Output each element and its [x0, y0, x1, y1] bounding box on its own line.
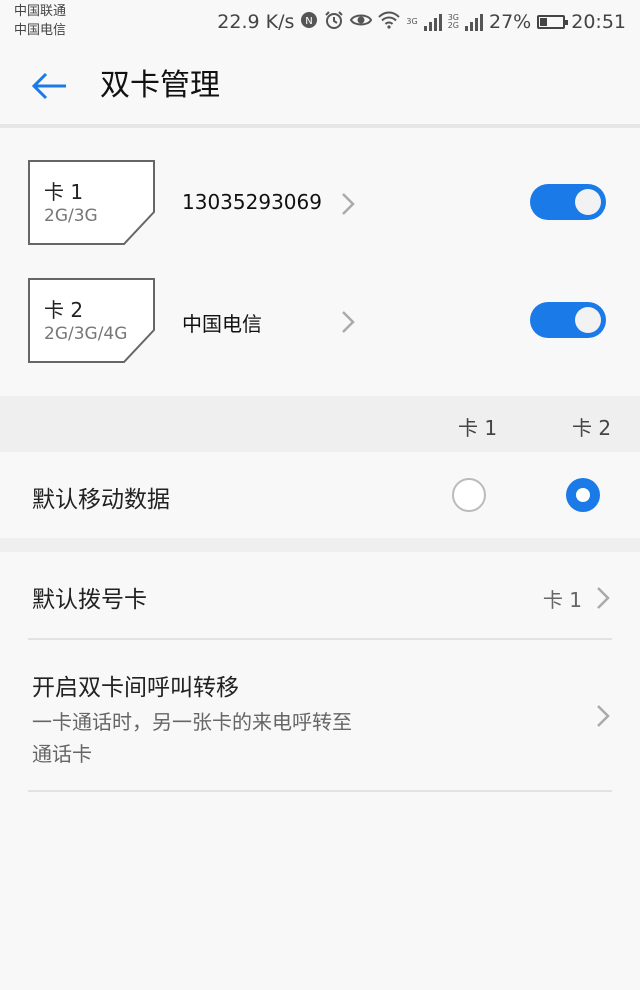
carrier-1: 中国联通 — [14, 4, 67, 19]
default-dial-card-label: 默认拨号卡 — [32, 587, 147, 613]
alarm-icon — [324, 10, 344, 34]
clock: 20:51 — [571, 11, 626, 33]
nfc-icon: N — [300, 11, 318, 33]
chevron-right-icon — [594, 702, 612, 730]
eye-comfort-icon — [350, 12, 373, 32]
network-type-1: 3G — [406, 18, 417, 26]
arrow-left-icon[interactable] — [30, 66, 70, 106]
section-gap — [0, 538, 640, 552]
data-card-1-radio[interactable] — [452, 478, 486, 512]
sim-card-icon: 卡 2 2G/3G/4G — [28, 278, 158, 368]
call-forward-description-line-1: 一卡通话时，另一张卡的来电呼转至 — [32, 710, 352, 734]
chevron-right-icon[interactable] — [338, 308, 358, 336]
column-card-2: 卡 2 — [572, 416, 612, 440]
sim-card-label: 卡 1 — [44, 180, 84, 204]
network-speed: 22.9 K/s — [217, 11, 295, 33]
status-icons: 22.9 K/s N 3G 3G 2G 27% 20:51 — [217, 8, 626, 36]
battery-icon — [537, 15, 569, 29]
svg-text:N: N — [306, 16, 313, 27]
sim-card-row-2: 卡 2 2G/3G/4G 中国电信 — [0, 278, 640, 388]
status-bar: 中国联通 中国电信 22.9 K/s N 3G 3G 2G 27% 20:51 — [0, 0, 640, 44]
app-bar: 双卡管理 — [0, 44, 640, 126]
sim-card-networks: 2G/3G — [44, 206, 98, 226]
default-mobile-data-label: 默认移动数据 — [32, 487, 170, 513]
sim-card-name[interactable]: 13035293069 — [182, 190, 322, 214]
network-type-1-label: 3G — [406, 17, 418, 26]
sim-2-toggle[interactable] — [530, 302, 606, 338]
divider — [28, 790, 612, 792]
wifi-icon — [378, 11, 401, 33]
network-type-2-bottom: 2G — [447, 21, 459, 30]
signal-icon-1 — [423, 13, 442, 31]
sim-card-icon: 卡 1 2G/3G — [28, 160, 158, 250]
sim-card-label: 卡 2 — [44, 298, 84, 322]
chevron-right-icon — [594, 584, 612, 612]
column-card-1: 卡 1 — [458, 416, 498, 440]
network-type-2: 3G 2G — [448, 14, 459, 30]
sim-card-networks: 2G/3G/4G — [44, 324, 128, 344]
carrier-info: 中国联通 中国电信 — [14, 2, 66, 40]
battery-percent: 27% — [489, 11, 532, 33]
carrier-2: 中国电信 — [14, 23, 67, 38]
sim-card-name[interactable]: 中国电信 — [182, 308, 262, 337]
card-column-header: 卡 1 卡 2 — [0, 396, 640, 452]
signal-icon-2 — [465, 13, 483, 31]
default-dial-card-value: 卡 1 — [542, 588, 582, 612]
data-card-2-radio[interactable] — [566, 478, 600, 512]
page-title: 双卡管理 — [100, 68, 220, 103]
chevron-right-icon[interactable] — [338, 190, 358, 218]
default-mobile-data-row: 默认移动数据 — [0, 452, 640, 538]
default-dial-card-row[interactable]: 默认拨号卡 卡 1 — [0, 552, 640, 640]
app-bar-divider — [0, 124, 640, 128]
call-forward-title: 开启双卡间呼叫转移 — [32, 675, 239, 701]
dual-card-call-forward-row[interactable]: 开启双卡间呼叫转移 一卡通话时，另一张卡的来电呼转至 通话卡 — [0, 640, 640, 792]
sim-1-toggle[interactable] — [530, 184, 606, 220]
sim-card-row-1: 卡 1 2G/3G 13035293069 — [0, 160, 640, 270]
call-forward-description-line-2: 通话卡 — [32, 742, 92, 766]
